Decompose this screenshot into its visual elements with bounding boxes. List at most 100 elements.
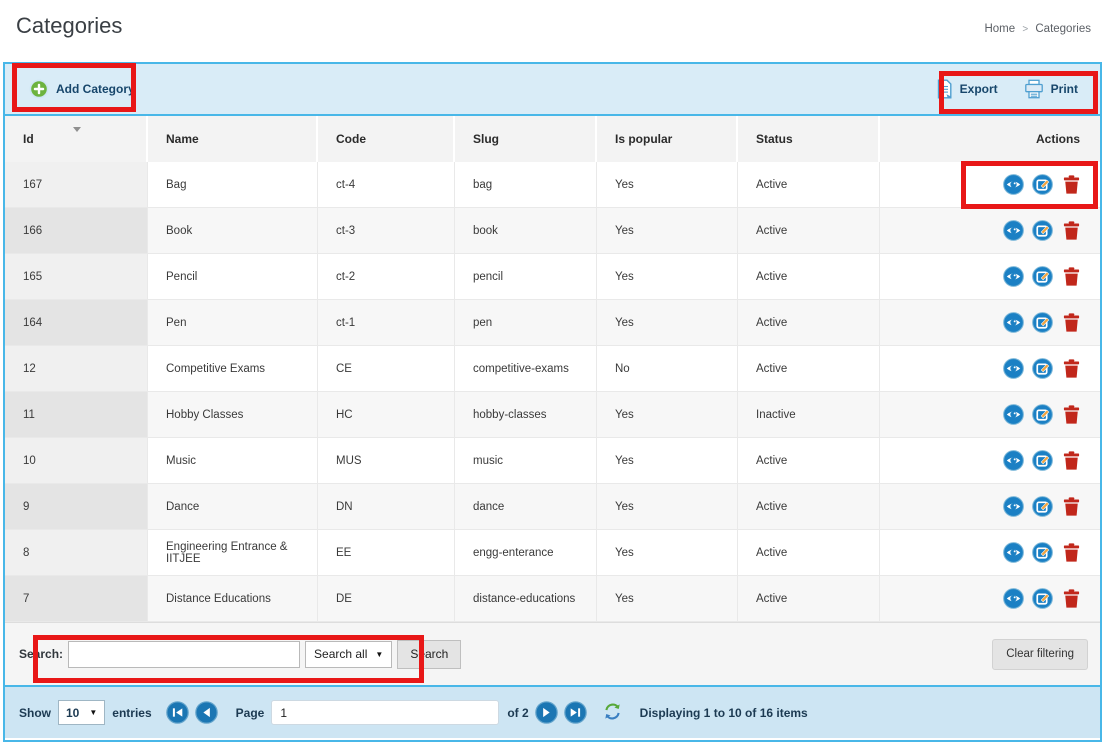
add-icon (29, 79, 49, 99)
header-cell-id[interactable]: Id (5, 116, 148, 162)
display-status: Displaying 1 to 10 of 16 items (640, 706, 808, 720)
first-page-button[interactable] (166, 701, 189, 724)
cell-name: Competitive Exams (148, 346, 318, 392)
export-icon (936, 79, 953, 99)
header-cell-code[interactable]: Code (318, 116, 455, 162)
edit-button[interactable] (1032, 450, 1053, 471)
search-label: Search: (19, 647, 63, 661)
edit-icon (1032, 542, 1053, 563)
edit-icon (1032, 450, 1053, 471)
eye-icon (1003, 496, 1024, 517)
cell-name: Dance (148, 484, 318, 530)
eye-icon (1003, 312, 1024, 333)
trash-icon (1063, 543, 1080, 562)
delete-button[interactable] (1061, 588, 1082, 609)
delete-button[interactable] (1061, 220, 1082, 241)
clear-filtering-button[interactable]: Clear filtering (992, 639, 1088, 670)
search-scope-value: Search all (314, 647, 367, 661)
edit-button[interactable] (1032, 404, 1053, 425)
cell-id: 167 (5, 162, 148, 208)
edit-button[interactable] (1032, 220, 1053, 241)
cell-name: Hobby Classes (148, 392, 318, 438)
edit-button[interactable] (1032, 588, 1053, 609)
view-button[interactable] (1003, 588, 1024, 609)
cell-code: ct-1 (318, 300, 455, 346)
content-panel: Add Category Export (3, 62, 1102, 742)
cell-status: Active (738, 346, 880, 392)
view-button[interactable] (1003, 266, 1024, 287)
breadcrumb-home-link[interactable]: Home (984, 23, 1015, 35)
edit-button[interactable] (1032, 174, 1053, 195)
edit-icon (1032, 174, 1053, 195)
next-page-button[interactable] (535, 701, 558, 724)
edit-button[interactable] (1032, 312, 1053, 333)
delete-button[interactable] (1061, 450, 1082, 471)
cell-code: DN (318, 484, 455, 530)
view-button[interactable] (1003, 358, 1024, 379)
delete-button[interactable] (1061, 542, 1082, 563)
page-input[interactable] (271, 700, 499, 725)
delete-button[interactable] (1061, 266, 1082, 287)
edit-button[interactable] (1032, 542, 1053, 563)
view-button[interactable] (1003, 220, 1024, 241)
export-button[interactable]: Export (936, 79, 998, 99)
cell-status: Active (738, 300, 880, 346)
sort-desc-icon (73, 127, 81, 132)
cell-slug: dance (455, 484, 597, 530)
breadcrumb-separator: > (1022, 24, 1028, 35)
search-scope-select[interactable]: Search all ▼ (305, 641, 392, 668)
cell-name: Pencil (148, 254, 318, 300)
eye-icon (1003, 450, 1024, 471)
trash-icon (1063, 313, 1080, 332)
cell-name: Pen (148, 300, 318, 346)
table-header: Id Name Code Slug Is popular Status Acti… (5, 116, 1100, 162)
delete-button[interactable] (1061, 404, 1082, 425)
last-page-button[interactable] (564, 701, 587, 724)
header-label-actions: Actions (1036, 132, 1080, 146)
view-button[interactable] (1003, 312, 1024, 333)
view-button[interactable] (1003, 174, 1024, 195)
breadcrumb: Home > Categories (984, 23, 1091, 35)
header-cell-slug[interactable]: Slug (455, 116, 597, 162)
search-button[interactable]: Search (397, 640, 461, 669)
delete-button[interactable] (1061, 358, 1082, 379)
header-cell-name[interactable]: Name (148, 116, 318, 162)
cell-slug: distance-educations (455, 576, 597, 622)
cell-slug: book (455, 208, 597, 254)
add-category-button[interactable]: Add Category (29, 79, 135, 99)
print-button[interactable]: Print (1024, 79, 1078, 99)
entries-select[interactable]: 10 ▼ (58, 700, 105, 725)
view-button[interactable] (1003, 496, 1024, 517)
cell-actions (880, 530, 1100, 576)
delete-button[interactable] (1061, 312, 1082, 333)
cell-slug: music (455, 438, 597, 484)
cell-id: 9 (5, 484, 148, 530)
edit-button[interactable] (1032, 496, 1053, 517)
header-cell-is-popular[interactable]: Is popular (597, 116, 738, 162)
cell-code: ct-3 (318, 208, 455, 254)
add-category-label: Add Category (56, 82, 135, 96)
view-button[interactable] (1003, 542, 1024, 563)
prev-page-button[interactable] (195, 701, 218, 724)
edit-button[interactable] (1032, 358, 1053, 379)
view-button[interactable] (1003, 404, 1024, 425)
search-input[interactable] (68, 641, 300, 668)
cell-actions (880, 300, 1100, 346)
table-row: 9 Dance DN dance Yes Active (5, 484, 1100, 530)
cell-name: Music (148, 438, 318, 484)
view-button[interactable] (1003, 450, 1024, 471)
table-row: 165 Pencil ct-2 pencil Yes Active (5, 254, 1100, 300)
delete-button[interactable] (1061, 174, 1082, 195)
eye-icon (1003, 404, 1024, 425)
cell-is-popular: Yes (597, 438, 738, 484)
chevron-down-icon: ▼ (89, 708, 97, 717)
cell-slug: competitive-exams (455, 346, 597, 392)
edit-button[interactable] (1032, 266, 1053, 287)
cell-actions (880, 392, 1100, 438)
delete-button[interactable] (1061, 496, 1082, 517)
refresh-button[interactable] (603, 702, 622, 724)
header-cell-status[interactable]: Status (738, 116, 880, 162)
cell-actions (880, 346, 1100, 392)
trash-icon (1063, 589, 1080, 608)
edit-icon (1032, 496, 1053, 517)
